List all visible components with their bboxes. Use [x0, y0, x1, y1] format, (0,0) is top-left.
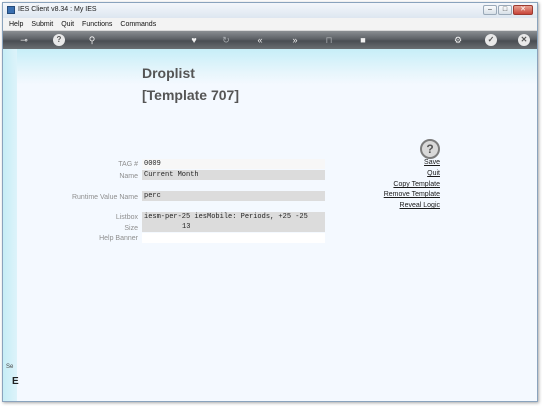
close-window-button[interactable]: ✕ [513, 5, 533, 15]
title-bar: IES Client v8.34 : My IES – □ ✕ [3, 3, 537, 18]
help-icon[interactable]: ? [53, 34, 65, 46]
left-panel-label: Se [6, 364, 14, 370]
key-icon[interactable]: ⊸ [13, 34, 35, 46]
refresh-icon[interactable]: ↻ [220, 34, 232, 46]
tag-field[interactable]: 0009 [142, 159, 325, 169]
help-icon[interactable]: ? [420, 139, 440, 159]
stop-icon[interactable]: ■ [357, 34, 369, 46]
reveal-logic-link[interactable]: Reveal Logic [400, 202, 440, 209]
menu-commands[interactable]: Commands [120, 21, 156, 28]
page-title: Droplist [142, 65, 195, 81]
maximize-button[interactable]: □ [498, 5, 512, 15]
forward-icon[interactable]: » [289, 34, 301, 46]
page-subtitle: [Template 707] [142, 87, 239, 103]
rewind-icon[interactable]: « [254, 34, 266, 46]
window-title: IES Client v8.34 : My IES [18, 6, 97, 13]
save-link[interactable]: Save [424, 159, 440, 166]
menu-bar: Help Submit Quit Functions Commands [3, 18, 537, 31]
name-field[interactable]: Current Month [142, 170, 325, 180]
menu-submit[interactable]: Submit [31, 21, 53, 28]
content-area: Se E Droplist [Template 707] TAG # 0009 … [3, 49, 537, 401]
runtime-value-name-field[interactable]: perc [142, 191, 325, 201]
header-banner [3, 49, 537, 85]
menu-quit[interactable]: Quit [61, 21, 74, 28]
settings-icon[interactable]: ⚙ [452, 34, 464, 46]
check-icon[interactable]: ✓ [485, 34, 497, 46]
app-icon [7, 6, 15, 14]
app-window: IES Client v8.34 : My IES – □ ✕ Help Sub… [2, 2, 538, 402]
listbox-field[interactable]: iesm-per-25 iesMobile: Periods, +25 -25 [142, 212, 325, 222]
size-field[interactable]: 13 [142, 222, 325, 232]
name-label: Name [119, 173, 138, 180]
listbox-label: Listbox [115, 214, 138, 221]
tag-label: TAG # [118, 161, 138, 168]
close-icon[interactable]: ✕ [518, 34, 530, 46]
window-controls: – □ ✕ [483, 5, 533, 15]
toolbar: ⊸ ? ⚲ ♥ ↻ « » ⊓ ■ ⚙ ✓ ✕ [3, 31, 537, 49]
help-banner-field[interactable] [142, 233, 325, 243]
menu-help[interactable]: Help [9, 21, 23, 28]
menu-functions[interactable]: Functions [82, 21, 112, 28]
size-label: Size [124, 225, 138, 232]
copy-template-link[interactable]: Copy Template [393, 181, 440, 188]
quit-link[interactable]: Quit [427, 170, 440, 177]
search-icon[interactable]: ⚲ [86, 34, 98, 46]
left-panel-letter: E [12, 376, 19, 387]
trash-icon[interactable]: ⊓ [323, 34, 335, 46]
remove-template-link[interactable]: Remove Template [384, 191, 440, 198]
minimize-button[interactable]: – [483, 5, 497, 15]
help-banner-label: Help Banner [99, 235, 138, 242]
runtime-value-name-label: Runtime Value Name [71, 194, 138, 201]
heart-icon[interactable]: ♥ [188, 34, 200, 46]
